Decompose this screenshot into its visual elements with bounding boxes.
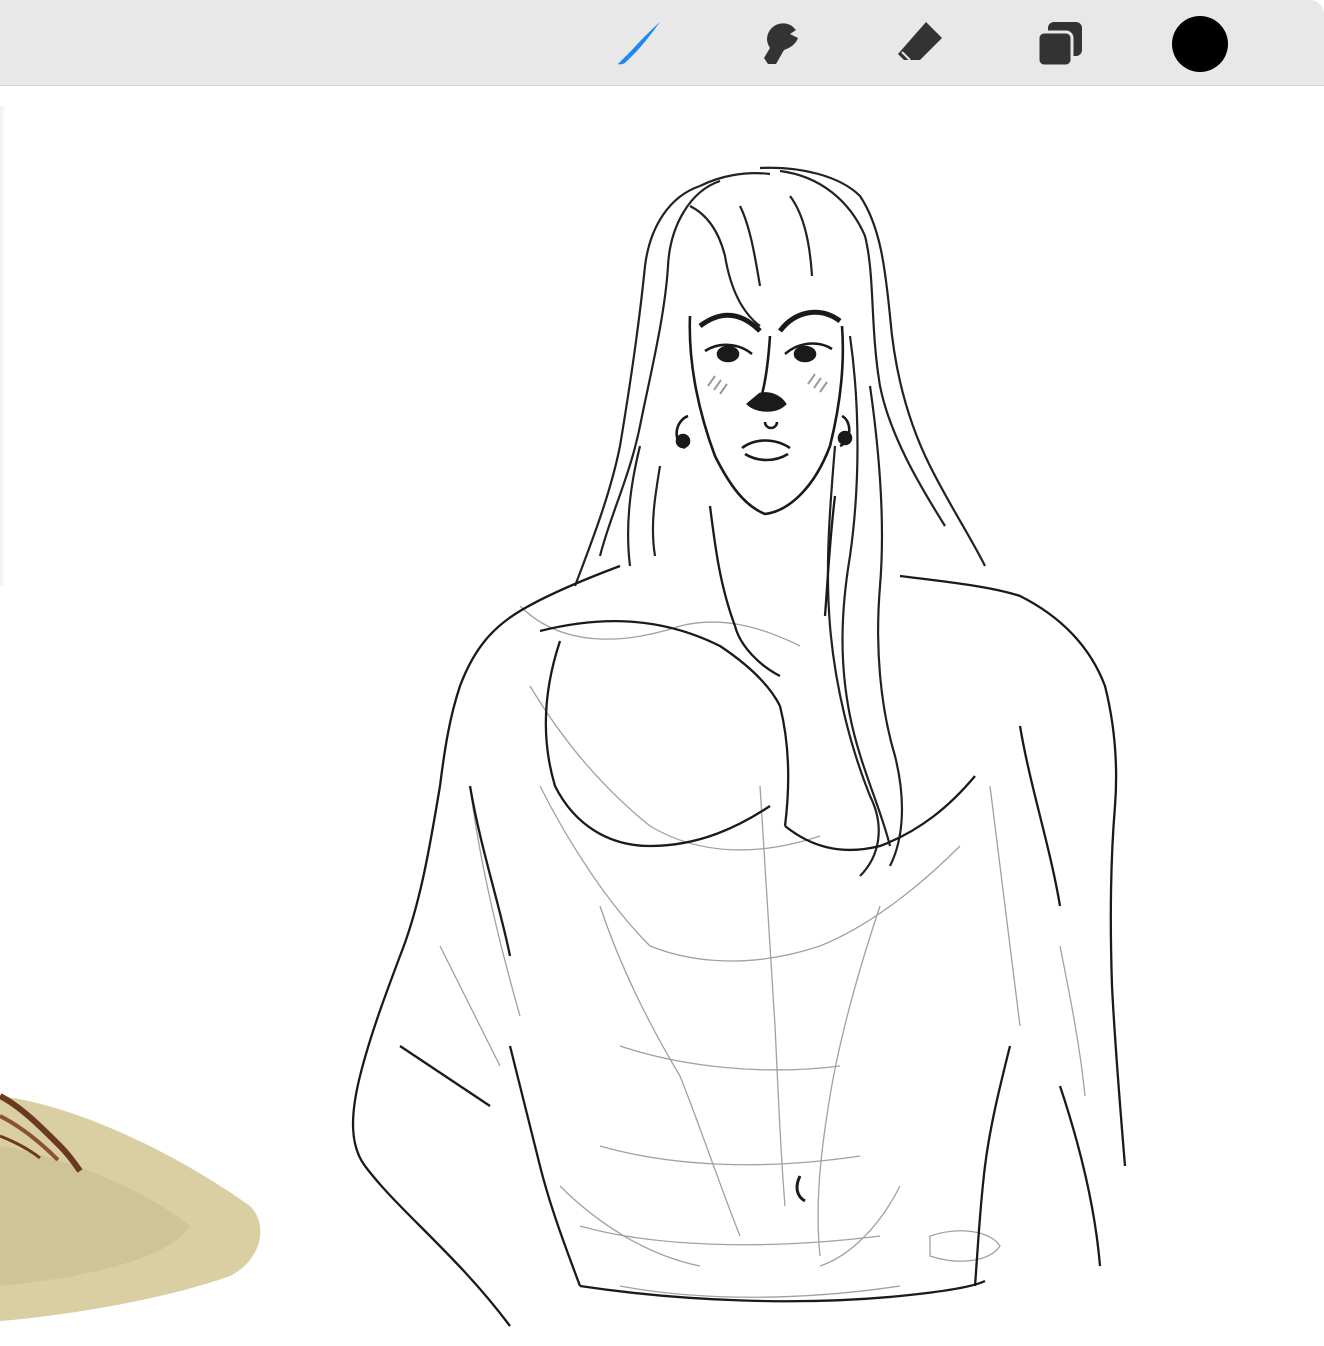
torso-outline — [351, 495, 1127, 1327]
brush-icon — [618, 22, 660, 65]
sketch-artwork — [0, 166, 1127, 1327]
color-picker-button[interactable] — [1170, 14, 1230, 74]
construction-sketch — [439, 605, 1086, 1298]
drawing-app — [0, 0, 1324, 1346]
top-toolbar — [0, 0, 1324, 86]
face — [675, 309, 853, 516]
current-color-swatch — [1172, 16, 1228, 72]
brush-tool-button[interactable] — [610, 14, 670, 74]
eraser-tool-button[interactable] — [890, 14, 950, 74]
smudge-tool-button[interactable] — [750, 14, 810, 74]
layers-tool-button[interactable] — [1030, 14, 1090, 74]
layers-icon — [1036, 22, 1082, 68]
eraser-icon — [898, 22, 942, 61]
drawing-canvas[interactable] — [0, 86, 1324, 1346]
blush — [707, 373, 828, 395]
hair — [573, 166, 986, 877]
smudge-icon — [764, 23, 798, 65]
